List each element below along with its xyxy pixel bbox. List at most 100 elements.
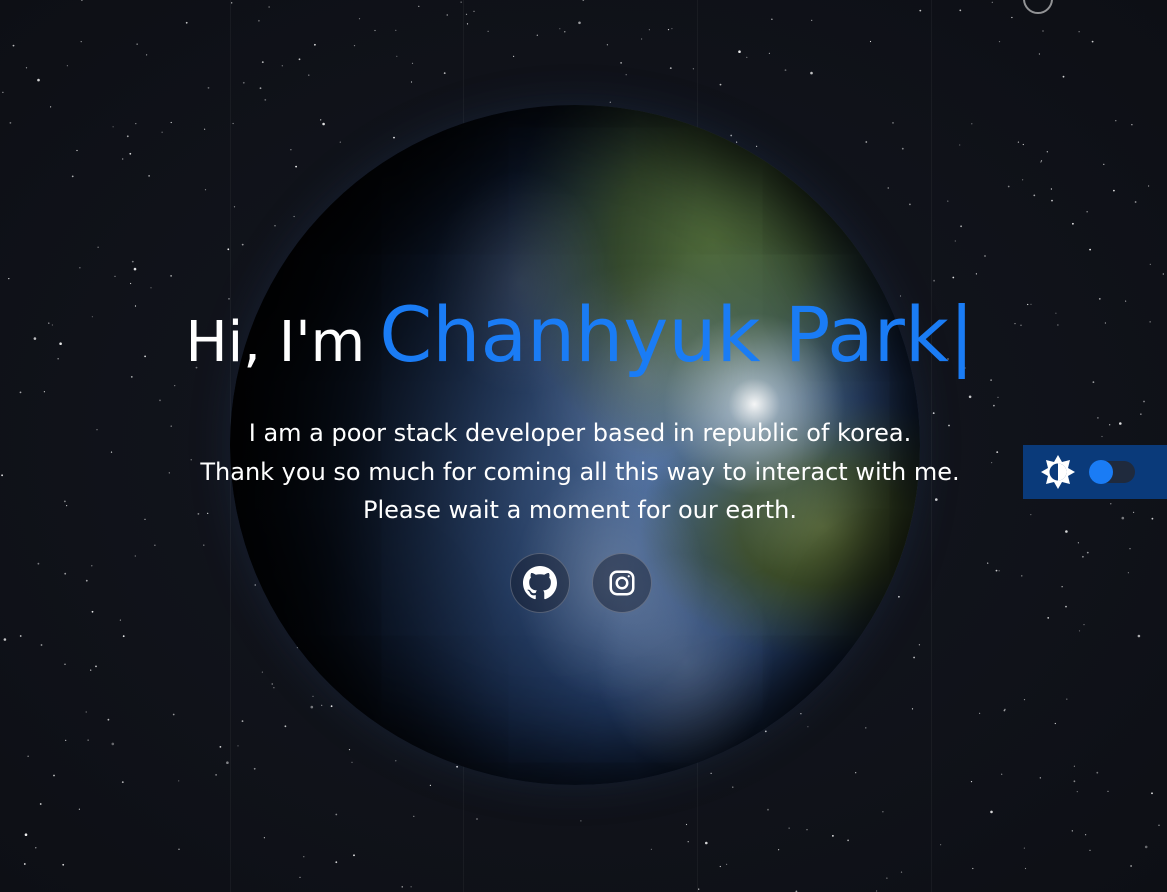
star [1071, 830, 1073, 832]
hero-section: Hi, I'm Chanhyuk Park| I am a poor stack … [0, 290, 1160, 530]
star [264, 99, 267, 101]
star [261, 671, 263, 673]
star [37, 78, 40, 82]
theme-toggle-panel [1023, 445, 1167, 499]
star [580, 820, 582, 822]
github-link[interactable] [510, 553, 570, 613]
star [233, 206, 236, 208]
star [231, 2, 233, 4]
star [170, 275, 173, 277]
star [975, 273, 978, 275]
star [913, 656, 915, 659]
star [335, 813, 338, 816]
star [807, 726, 809, 728]
theme-toggle-switch[interactable] [1089, 460, 1135, 484]
star [62, 863, 65, 866]
typing-cursor: | [948, 290, 975, 379]
star [27, 755, 29, 757]
star [429, 784, 431, 787]
star [263, 837, 265, 839]
star [764, 730, 767, 733]
star [35, 847, 37, 849]
star [1047, 617, 1050, 619]
star [348, 749, 351, 751]
star [919, 9, 922, 12]
star [136, 43, 138, 45]
star [692, 68, 695, 70]
star [71, 175, 74, 178]
star [1040, 160, 1043, 162]
star [298, 58, 301, 61]
star [1051, 199, 1053, 202]
star [254, 584, 256, 586]
star [112, 126, 114, 128]
star [768, 52, 771, 55]
star [671, 28, 673, 30]
star [50, 106, 52, 108]
star [111, 742, 115, 746]
star [76, 149, 78, 152]
star [203, 544, 205, 546]
star [990, 810, 993, 814]
star [303, 856, 305, 858]
star [87, 739, 89, 741]
star [290, 149, 292, 151]
star [513, 55, 515, 58]
star [1065, 530, 1068, 533]
star [1137, 634, 1141, 638]
star [242, 81, 245, 84]
star [1148, 185, 1150, 187]
star [25, 67, 28, 69]
star [650, 848, 653, 850]
star [909, 203, 911, 206]
instagram-icon [607, 568, 637, 598]
star [1061, 586, 1063, 588]
star [107, 718, 110, 721]
star [64, 663, 66, 665]
star [172, 713, 175, 716]
star [395, 760, 397, 762]
star [788, 827, 790, 829]
star [991, 1, 993, 3]
brightness-icon[interactable] [1039, 453, 1077, 491]
star [259, 87, 262, 90]
star [446, 14, 448, 16]
star [984, 255, 986, 257]
star [1149, 263, 1151, 265]
star [1089, 248, 1091, 251]
star [736, 141, 738, 143]
star [609, 101, 611, 103]
star [1038, 53, 1040, 55]
star [1115, 120, 1117, 122]
star [119, 619, 121, 621]
star [738, 50, 741, 53]
star [1040, 161, 1042, 163]
star [91, 565, 93, 567]
star [401, 886, 403, 888]
star [1091, 40, 1094, 43]
star [784, 69, 787, 71]
star [1042, 30, 1044, 32]
star [465, 13, 468, 15]
star [685, 823, 688, 826]
star [64, 572, 67, 575]
star [161, 131, 163, 133]
star [358, 18, 361, 20]
star [443, 72, 446, 74]
star [855, 772, 857, 774]
toggle-knob [1089, 460, 1113, 484]
star [353, 854, 355, 857]
star [1007, 185, 1010, 188]
star [281, 65, 283, 67]
star [335, 861, 338, 864]
star [810, 71, 813, 75]
star [1085, 834, 1087, 836]
star [1062, 75, 1065, 78]
star [476, 818, 478, 820]
star [393, 136, 395, 139]
star [625, 74, 627, 76]
star [726, 863, 728, 866]
star [832, 835, 834, 837]
instagram-link[interactable] [592, 553, 652, 613]
star [1089, 849, 1091, 851]
